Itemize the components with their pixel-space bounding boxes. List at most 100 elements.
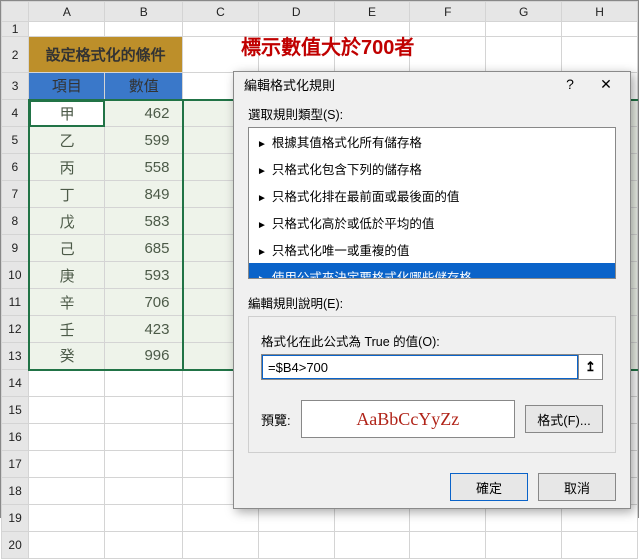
table-header-item[interactable]: 項目 [29,73,105,100]
cell[interactable] [105,451,183,478]
row-header[interactable]: 18 [2,478,29,505]
row-header[interactable]: 5 [2,127,29,154]
help-button[interactable]: ? [552,72,588,96]
row-header[interactable]: 9 [2,235,29,262]
cell[interactable] [105,397,183,424]
cell[interactable] [29,505,105,532]
data-item-cell[interactable]: 辛 [29,289,105,316]
cell[interactable] [105,478,183,505]
cell[interactable] [29,22,105,37]
row-header[interactable]: 3 [2,73,29,100]
cell[interactable] [258,532,334,559]
cell[interactable] [486,37,562,73]
col-header[interactable]: H [562,2,638,22]
row-header[interactable]: 14 [2,370,29,397]
select-all-corner[interactable] [2,2,29,22]
data-item-cell[interactable]: 乙 [29,127,105,154]
row-header[interactable]: 17 [2,451,29,478]
ok-button[interactable]: 確定 [450,473,528,501]
format-button[interactable]: 格式(F)... [525,405,603,433]
data-value-cell[interactable]: 849 [105,181,183,208]
cell[interactable] [334,532,410,559]
cancel-button[interactable]: 取消 [538,473,616,501]
data-item-cell[interactable]: 己 [29,235,105,262]
data-value-cell[interactable]: 462 [105,100,183,127]
data-item-cell[interactable]: 丁 [29,181,105,208]
row-header[interactable]: 11 [2,289,29,316]
col-header[interactable]: G [486,2,562,22]
data-value-cell[interactable]: 583 [105,208,183,235]
cell[interactable] [410,37,486,73]
close-button[interactable]: ✕ [588,72,624,96]
col-header[interactable]: A [29,2,105,22]
cell[interactable] [29,424,105,451]
row-header[interactable]: 8 [2,208,29,235]
preview-sample: AaBbCcYyZz [301,400,515,438]
cell[interactable] [29,532,105,559]
formula-input[interactable]: =$B4>700 ↥ [261,354,603,380]
range-picker-icon[interactable]: ↥ [578,355,602,379]
col-header[interactable]: F [410,2,486,22]
row-header[interactable]: 12 [2,316,29,343]
cell[interactable] [410,532,486,559]
data-value-cell[interactable]: 593 [105,262,183,289]
cell[interactable] [562,37,638,73]
data-value-cell[interactable]: 706 [105,289,183,316]
cell[interactable] [486,22,562,37]
cell[interactable] [105,505,183,532]
row-header[interactable]: 7 [2,181,29,208]
row-header[interactable]: 16 [2,424,29,451]
rule-type-item[interactable]: 只格式化唯一或重複的值 [249,236,615,263]
cell[interactable] [105,424,183,451]
rule-type-item[interactable]: 只格式化排在最前面或最後面的值 [249,182,615,209]
data-value-cell[interactable]: 423 [105,316,183,343]
data-item-cell[interactable]: 庚 [29,262,105,289]
cell[interactable] [105,22,183,37]
rule-type-item[interactable]: 根據其值格式化所有儲存格 [249,128,615,155]
cell[interactable] [562,532,638,559]
col-header[interactable]: E [334,2,410,22]
data-item-cell[interactable]: 丙 [29,154,105,181]
data-value-cell[interactable]: 685 [105,235,183,262]
row-header[interactable]: 4 [2,100,29,127]
cell[interactable] [29,397,105,424]
rule-type-item[interactable]: 只格式化高於或低於平均的值 [249,209,615,236]
cell[interactable] [183,532,259,559]
row-header[interactable]: 15 [2,397,29,424]
cell[interactable] [29,478,105,505]
row-header[interactable]: 10 [2,262,29,289]
data-value-cell[interactable]: 996 [105,343,183,370]
cell[interactable] [562,22,638,37]
cell[interactable] [105,370,183,397]
col-header[interactable]: D [258,2,334,22]
row-header[interactable]: 1 [2,22,29,37]
row-header[interactable]: 2 [2,37,29,73]
row-header[interactable]: 19 [2,505,29,532]
data-item-cell[interactable]: 甲 [29,100,105,127]
col-header[interactable]: B [105,2,183,22]
table-header-value[interactable]: 數值 [105,73,183,100]
data-item-cell[interactable]: 癸 [29,343,105,370]
data-value-cell[interactable]: 558 [105,154,183,181]
dialog-titlebar[interactable]: 編輯格式化規則 ? ✕ [234,72,630,96]
data-value-cell[interactable]: 599 [105,127,183,154]
row-header[interactable]: 13 [2,343,29,370]
data-item-cell[interactable]: 戊 [29,208,105,235]
preview-label: 預覽: [261,410,291,429]
formula-text[interactable]: =$B4>700 [262,355,578,379]
cell[interactable] [105,532,183,559]
callout-heading: 標示數值大於700者 [241,31,414,60]
dialog-title: 編輯格式化規則 [244,75,552,94]
row-header[interactable]: 6 [2,154,29,181]
title-cell[interactable]: 設定格式化的條件 [29,37,183,73]
cell[interactable] [29,370,105,397]
rule-type-item[interactable]: 只格式化包含下列的儲存格 [249,155,615,182]
cell[interactable] [410,22,486,37]
col-header[interactable]: C [183,2,259,22]
rule-type-list[interactable]: 根據其值格式化所有儲存格只格式化包含下列的儲存格只格式化排在最前面或最後面的值只… [248,127,616,279]
cell[interactable] [486,532,562,559]
row-header[interactable]: 20 [2,532,29,559]
cell[interactable] [29,451,105,478]
data-item-cell[interactable]: 壬 [29,316,105,343]
rule-type-item[interactable]: 使用公式來決定要格式化哪些儲存格 [249,263,615,279]
